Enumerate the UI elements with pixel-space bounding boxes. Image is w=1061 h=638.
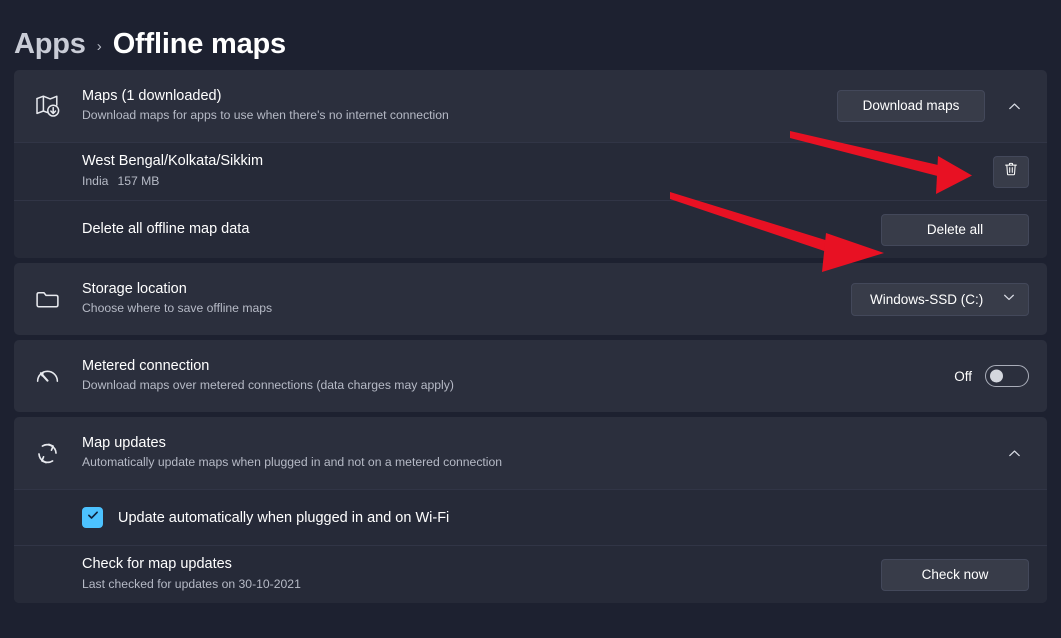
downloaded-map-meta: India 157 MB [82, 173, 993, 191]
downloaded-map-row: West Bengal/Kolkata/Sikkim India 157 MB [14, 142, 1047, 200]
maps-subtitle: Download maps for apps to use when there… [82, 108, 449, 123]
storage-location-text: Storage location Choose where to save of… [82, 280, 851, 318]
storage-location-title: Storage location [82, 280, 187, 297]
storage-location-row: Storage location Choose where to save of… [14, 263, 1047, 335]
breadcrumb-separator-icon: › [96, 37, 102, 55]
delete-all-row: Delete all offline map data Delete all [14, 200, 1047, 258]
delete-map-button[interactable] [993, 155, 1029, 188]
settings-content: Maps (1 downloaded) Download maps for ap… [0, 70, 1061, 603]
map-updates-header-row: Map updates Automatically update maps wh… [14, 417, 1047, 489]
trash-icon [1003, 161, 1019, 182]
check-for-updates-subtitle: Last checked for updates on 30-10-2021 [82, 576, 301, 591]
map-updates-text: Map updates Automatically update maps wh… [82, 434, 999, 472]
storage-location-actions: Windows-SSD (C:) [851, 282, 1029, 316]
downloaded-map-text: West Bengal/Kolkata/Sikkim India 157 MB [82, 152, 993, 190]
metered-connection-row: Metered connection Download maps over me… [14, 340, 1047, 412]
maps-actions: Download maps [837, 90, 1029, 122]
auto-update-label: Update automatically when plugged in and… [118, 509, 450, 526]
download-maps-button[interactable]: Download maps [837, 90, 985, 122]
breadcrumb-parent-apps[interactable]: Apps [14, 28, 86, 61]
map-updates-expand-chevron-up-icon[interactable] [999, 438, 1029, 468]
metered-toggle-label: Off [954, 368, 972, 384]
metered-connection-title: Metered connection [82, 357, 210, 374]
check-for-updates-row: Check for map updates Last checked for u… [14, 545, 1047, 603]
check-now-button[interactable]: Check now [881, 558, 1029, 591]
chevron-down-icon [1002, 290, 1016, 309]
metered-connection-card: Metered connection Download maps over me… [14, 340, 1047, 412]
downloaded-map-country: India [82, 173, 109, 188]
metered-toggle-wrap: Off [954, 365, 1029, 387]
maps-header-row: Maps (1 downloaded) Download maps for ap… [14, 70, 1047, 142]
refresh-icon [34, 440, 82, 467]
folder-icon [34, 286, 82, 313]
check-for-updates-title: Check for map updates [82, 556, 232, 573]
page-title: Offline maps [112, 27, 286, 60]
metered-connection-text: Metered connection Download maps over me… [82, 357, 954, 395]
storage-location-dropdown[interactable]: Windows-SSD (C:) [851, 282, 1029, 316]
maps-title: Maps (1 downloaded) [82, 87, 222, 104]
map-updates-subtitle: Automatically update maps when plugged i… [82, 455, 503, 470]
check-for-updates-actions: Check now [881, 558, 1029, 591]
storage-location-selected-value: Windows-SSD (C:) [870, 291, 984, 307]
delete-all-title: Delete all offline map data [82, 220, 250, 237]
check-for-updates-text: Check for map updates Last checked for u… [82, 555, 881, 593]
gauge-icon [34, 363, 82, 390]
metered-connection-toggle[interactable] [985, 365, 1029, 387]
downloaded-map-actions [993, 155, 1029, 188]
checkmark-icon [86, 508, 100, 527]
map-updates-actions [999, 438, 1029, 468]
map-download-icon [34, 92, 82, 120]
toggle-knob [990, 369, 1003, 383]
metered-connection-actions: Off [954, 365, 1029, 387]
auto-update-checkbox-row[interactable]: Update automatically when plugged in and… [14, 489, 1047, 545]
downloaded-map-title: West Bengal/Kolkata/Sikkim [82, 153, 264, 170]
breadcrumb: Apps › Offline maps [0, 0, 1061, 70]
maps-expand-chevron-up-icon[interactable] [999, 91, 1029, 121]
maps-card: Maps (1 downloaded) Download maps for ap… [14, 70, 1047, 258]
storage-location-subtitle: Choose where to save offline maps [82, 301, 273, 316]
map-updates-card: Map updates Automatically update maps wh… [14, 417, 1047, 603]
delete-all-button[interactable]: Delete all [881, 213, 1029, 246]
delete-all-text: Delete all offline map data [82, 220, 881, 240]
downloaded-map-size: 157 MB [117, 173, 160, 188]
storage-location-card: Storage location Choose where to save of… [14, 263, 1047, 335]
delete-all-actions: Delete all [881, 213, 1029, 246]
maps-text-block: Maps (1 downloaded) Download maps for ap… [82, 87, 837, 125]
map-updates-title: Map updates [82, 434, 166, 451]
metered-connection-subtitle: Download maps over metered connections (… [82, 378, 454, 393]
auto-update-checkbox[interactable] [82, 507, 103, 528]
